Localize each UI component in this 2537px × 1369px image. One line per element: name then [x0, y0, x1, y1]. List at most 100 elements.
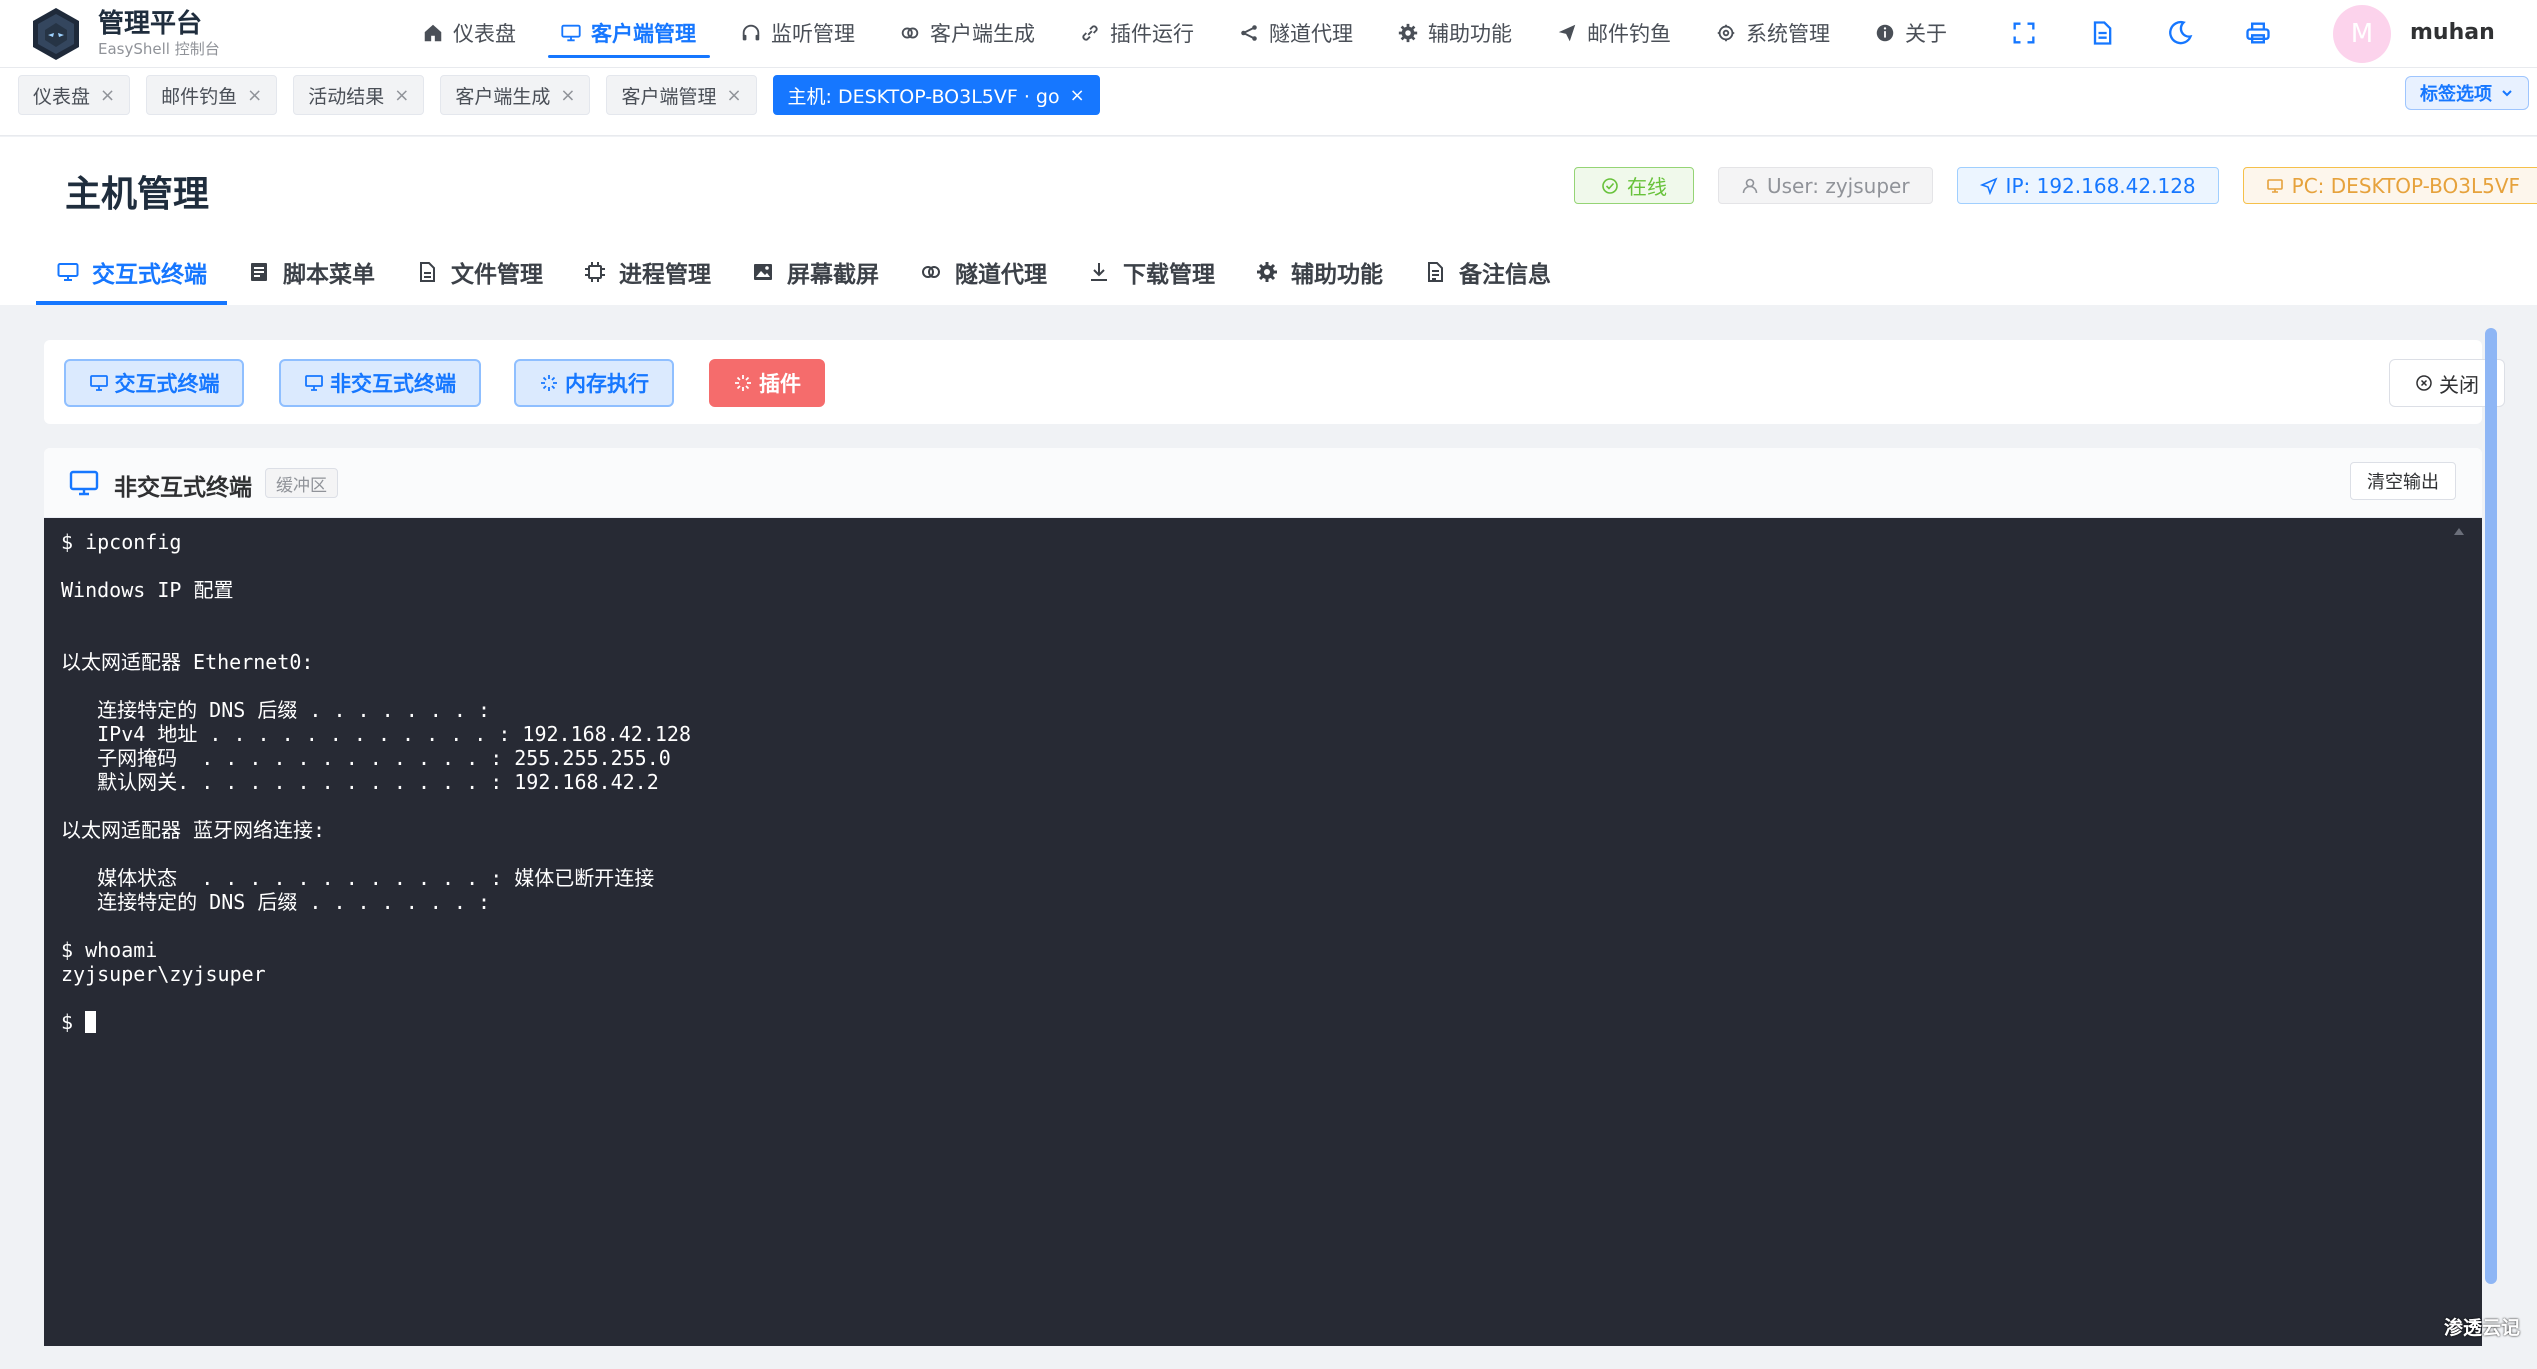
logo-icon [33, 8, 79, 60]
tag-label: 活动结果 [308, 85, 385, 108]
tag-label: 邮件钓鱼 [161, 85, 238, 108]
tag-list: 仪表盘 × 邮件钓鱼 × 活动结果 × 客户端生成 × 客户端管理 × 主机: DESKT… [18, 75, 1116, 115]
nav-client-management[interactable]: 客户端管理 [538, 0, 718, 66]
pc-text: PC: DESKTOP-BO3L5VF [2291, 173, 2521, 198]
nav-system-management[interactable]: 系统管理 [1693, 0, 1852, 66]
tab-interactive-terminal[interactable]: 交互式终端 [36, 239, 227, 305]
pc-badge: PC: DESKTOP-BO3L5VF [2242, 167, 2537, 204]
close-icon[interactable]: × [394, 85, 409, 106]
close-circle-icon [2416, 375, 2432, 391]
tab-auxiliary[interactable]: 辅助功能 [1235, 239, 1403, 305]
moon-icon[interactable] [2166, 19, 2194, 47]
visited-tabs-bar: 仪表盘 × 邮件钓鱼 × 活动结果 × 客户端生成 × 客户端管理 × 主机: DESKT… [0, 68, 2537, 136]
nav-phishing[interactable]: 邮件钓鱼 [1534, 0, 1693, 66]
brand[interactable]: 管理平台 EasyShell 控制台 [28, 6, 220, 62]
check-circle-icon [1602, 177, 1618, 194]
close-icon[interactable]: × [560, 85, 575, 106]
memory-execute-button[interactable]: 内存执行 [514, 359, 674, 407]
brand-subtitle: EasyShell 控制台 [98, 40, 220, 58]
nav-about[interactable]: 关于 [1852, 0, 1969, 66]
document-icon[interactable] [2088, 19, 2116, 47]
terminal-action-bar: 交互式终端 非交互式终端 内存执行 插件 关闭 [44, 340, 2505, 424]
nav-label: 邮件钓鱼 [1587, 22, 1671, 46]
tab-label: 备注信息 [1459, 262, 1551, 288]
scroll-up-icon[interactable] [2454, 528, 2464, 535]
tag-client-generate[interactable]: 客户端生成 × [440, 75, 591, 115]
nav-label: 系统管理 [1746, 22, 1830, 46]
ip-badge: IP: 192.168.42.128 [1956, 167, 2219, 204]
download-icon [1091, 263, 1107, 281]
close-icon[interactable]: × [1070, 85, 1085, 106]
printer-icon[interactable] [2244, 19, 2272, 47]
nav-auxiliary[interactable]: 辅助功能 [1375, 0, 1534, 66]
close-icon[interactable]: × [247, 85, 262, 106]
tab-label: 辅助功能 [1291, 262, 1383, 288]
info-icon [1876, 24, 1894, 42]
nav-listener-management[interactable]: 监听管理 [718, 0, 877, 66]
avatar[interactable]: M [2333, 5, 2391, 63]
page-title: 主机管理 [65, 174, 210, 215]
nav-dashboard[interactable]: 仪表盘 [400, 0, 538, 66]
close-icon[interactable]: × [726, 85, 741, 106]
terminal-text: $ ipconfig Windows IP 配置 以太网适配器 Ethernet… [61, 530, 2465, 1034]
page-scrollbar[interactable] [2485, 328, 2497, 1284]
tag-options-dropdown[interactable]: 标签选项 [2405, 76, 2529, 110]
monitor-icon [89, 375, 108, 391]
noninteractive-terminal-button[interactable]: 非交互式终端 [279, 359, 481, 407]
buffer-tag: 缓冲区 [265, 468, 338, 498]
scrollbar-thumb[interactable] [2485, 328, 2497, 1284]
tag-dashboard[interactable]: 仪表盘 × [18, 75, 131, 115]
tab-download-management[interactable]: 下载管理 [1067, 239, 1235, 305]
tag-client-management[interactable]: 客户端管理 × [606, 75, 757, 115]
user-icon [1742, 178, 1758, 193]
nav-client-generate[interactable]: 客户端生成 [877, 0, 1057, 66]
fullscreen-icon[interactable] [2010, 19, 2038, 47]
tab-tunnel-proxy[interactable]: 隧道代理 [899, 239, 1067, 305]
username[interactable]: muhan [2410, 20, 2495, 45]
close-icon[interactable]: × [100, 85, 115, 106]
main-nav: 仪表盘 客户端管理 监听管理 客户端生成 插件运行 隧道代理 辅助功能 邮件钓鱼… [400, 0, 1969, 66]
nav-label: 仪表盘 [453, 22, 516, 46]
tab-label: 下载管理 [1123, 262, 1215, 288]
loading-icon [735, 375, 751, 391]
button-label: 内存执行 [565, 372, 649, 396]
brand-title: 管理平台 [98, 9, 203, 39]
monitor-icon [57, 263, 79, 281]
tag-label: 仪表盘 [33, 85, 91, 108]
nav-tunnel-proxy[interactable]: 隧道代理 [1216, 0, 1375, 66]
user-badge: User: zyjsuper [1718, 167, 1933, 204]
tag-activity-results[interactable]: 活动结果 × [293, 75, 425, 115]
share-icon [1241, 25, 1257, 41]
host-badges: 在线 User: zyjsuper IP: 192.168.42.128 PC:… [1574, 167, 2537, 204]
tab-script-menu[interactable]: 脚本菜单 [227, 239, 395, 305]
gear-icon [1257, 262, 1277, 282]
nav-label: 关于 [1905, 22, 1947, 46]
tab-process-management[interactable]: 进程管理 [563, 239, 731, 305]
clear-output-button[interactable]: 清空输出 [2350, 462, 2456, 500]
link-chain-icon [901, 27, 919, 39]
button-label: 关闭 [2439, 372, 2479, 397]
nav-label: 监听管理 [771, 22, 855, 46]
tab-label: 进程管理 [619, 262, 711, 288]
monitor-icon [305, 375, 323, 391]
user-text: User: zyjsuper [1767, 173, 1910, 198]
tab-file-management[interactable]: 文件管理 [395, 239, 563, 305]
plugin-button[interactable]: 插件 [709, 359, 825, 407]
headset-icon [742, 24, 760, 41]
terminal-title: 非交互式终端 [114, 475, 252, 501]
tab-notes[interactable]: 备注信息 [1403, 239, 1571, 305]
tag-host-detail[interactable]: 主机: DESKTOP-BO3L5VF · go × [772, 75, 1100, 115]
loading-icon [541, 375, 557, 391]
toolbar-icons [2010, 0, 2322, 66]
gear-icon [1398, 23, 1418, 43]
terminal-output[interactable]: $ ipconfig Windows IP 配置 以太网适配器 Ethernet… [44, 518, 2482, 1346]
button-label: 插件 [759, 372, 801, 396]
settings-icon [1717, 24, 1735, 42]
tag-phishing[interactable]: 邮件钓鱼 × [146, 75, 278, 115]
interactive-terminal-button[interactable]: 交互式终端 [64, 359, 244, 407]
terminal-panel: 非交互式终端 缓冲区 清空输出 $ ipconfig Windows IP 配置… [44, 448, 2482, 1346]
tab-screenshot[interactable]: 屏幕截屏 [731, 239, 899, 305]
nav-plugin-run[interactable]: 插件运行 [1057, 0, 1216, 66]
chevron-down-icon [2502, 90, 2512, 97]
cpu-icon [585, 262, 605, 282]
